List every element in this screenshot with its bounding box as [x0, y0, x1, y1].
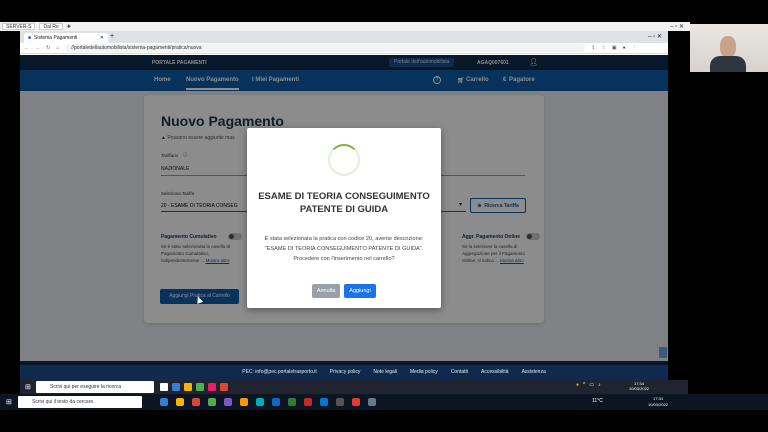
remote-window-controls[interactable]: – ▫ ✕ [670, 23, 690, 30]
tray-app-icon[interactable]: ● [576, 382, 579, 388]
dialog-title: ESAME DI TEORIA CONSEGUIMENTO PATENTE DI… [258, 191, 430, 215]
remote-system-tray: ● ^ ▭ ♪ [576, 382, 601, 388]
powerpoint-icon[interactable] [304, 398, 312, 406]
local-clock[interactable]: 17:34 10/03/2022 [648, 396, 668, 408]
url-input[interactable]: //portaledellautomobilista/sistema-pagam… [65, 44, 586, 52]
local-date: 10/03/2022 [648, 402, 669, 407]
dialog-message: È stata selezionata la pratica con codic… [261, 234, 427, 264]
browser-tab-strip: ■ Sistema Pagamenti ✕ + – ▫ ✕ [20, 31, 668, 43]
home-icon[interactable]: ⌂ [56, 45, 59, 51]
footer-link[interactable]: Contatti [451, 369, 468, 375]
scroll-to-top-button[interactable] [659, 347, 667, 358]
confirm-dialog: ESAME DI TEORIA CONSEGUIMENTO PATENTE DI… [247, 128, 441, 308]
chrome-icon[interactable] [220, 383, 228, 391]
word-icon[interactable] [272, 398, 280, 406]
menu-dots-icon[interactable]: ⋮ [632, 45, 637, 51]
file-explorer-icon[interactable] [184, 383, 192, 391]
bookmark-star-icon[interactable]: ☆ [601, 45, 605, 51]
app-icon[interactable] [256, 398, 264, 406]
close-tab-icon[interactable]: ✕ [100, 35, 104, 41]
app-icon[interactable] [208, 383, 216, 391]
local-search-box[interactable]: Scrivi qui il testo da cercare. [18, 396, 142, 408]
add-button[interactable]: Aggiungi [344, 284, 376, 298]
remote-session-bar: SERVER-S Dal Re ✚ – ▫ ✕ [0, 22, 690, 31]
remote-taskbar: ⊞ Scrivi qui per eseguire la ricerca ● ^… [20, 380, 688, 394]
remote-tab-user[interactable]: Dal Re [39, 23, 63, 30]
app-icon[interactable] [240, 398, 248, 406]
teams-icon[interactable] [224, 398, 232, 406]
remote-tab-server[interactable]: SERVER-S [2, 23, 36, 30]
windows-start-icon[interactable]: ⊞ [25, 383, 31, 391]
app-icon[interactable] [208, 398, 216, 406]
loading-spinner-icon [328, 144, 360, 176]
footer-link[interactable]: PEC: info@pec.portaletrasporto.it [242, 369, 317, 375]
forward-icon[interactable]: → [35, 45, 40, 51]
edge-icon[interactable] [160, 398, 168, 406]
remote-add-tab-button[interactable]: ✚ [67, 24, 71, 30]
page-favicon-icon: ■ [28, 35, 32, 41]
browser-window-controls[interactable]: – ▫ ✕ [648, 33, 662, 40]
app-icon[interactable] [336, 398, 344, 406]
webcam-feed [690, 24, 768, 72]
footer-link[interactable]: Accessibilità [481, 369, 509, 375]
person-body [710, 56, 746, 72]
footer-link[interactable]: Note legali [373, 369, 397, 375]
app-icon[interactable] [368, 398, 376, 406]
footer-link[interactable]: Assistenza [522, 369, 546, 375]
excel-icon[interactable] [288, 398, 296, 406]
profile-icon[interactable]: ● [623, 45, 626, 51]
volume-icon[interactable]: ♪ [598, 382, 601, 388]
local-taskbar: ⊞ Scrivi qui il testo da cercare. 11°C 1… [0, 394, 768, 410]
share-icon[interactable]: ⇪ [591, 45, 595, 51]
new-tab-button[interactable]: + [110, 33, 114, 40]
remote-clock[interactable]: 17:34 10/03/2022 [629, 381, 649, 391]
local-taskbar-apps [160, 398, 376, 406]
back-icon[interactable]: ← [24, 45, 29, 51]
person-head [720, 36, 736, 58]
file-explorer-icon[interactable] [176, 398, 184, 406]
address-bar: ← → ↻ ⌂ //portaledellautomobilista/siste… [20, 43, 668, 54]
cancel-button[interactable]: Annulla [312, 284, 340, 298]
acrobat-icon[interactable] [352, 398, 360, 406]
browser-tab-title: Sistema Pagamenti [34, 35, 78, 41]
remote-taskbar-apps [160, 383, 228, 391]
remote-search-box[interactable]: Scrivi qui per eseguire la ricerca [36, 381, 154, 393]
dialog-question: Procedere con l'inserimento nel carrello… [293, 256, 395, 262]
task-view-icon[interactable] [160, 383, 168, 391]
windows-start-icon[interactable]: ⊞ [6, 398, 12, 406]
edge-icon[interactable] [172, 383, 180, 391]
outlook-icon[interactable] [320, 398, 328, 406]
app-icon[interactable] [196, 383, 204, 391]
screen: SERVER-S Dal Re ✚ – ▫ ✕ ■ Sistema Pagame… [0, 0, 768, 432]
footer-link[interactable]: Media policy [410, 369, 438, 375]
network-icon[interactable]: ▭ [589, 382, 594, 388]
weather-widget[interactable]: 11°C [592, 398, 603, 404]
remote-date: 10/03/2022 [629, 386, 650, 391]
chevron-up-icon[interactable]: ^ [583, 382, 585, 388]
dialog-message-text: È stata selezionata la pratica con codic… [264, 236, 424, 252]
browser-tab[interactable]: ■ Sistema Pagamenti ✕ [24, 33, 108, 43]
chrome-icon[interactable] [192, 398, 200, 406]
reload-icon[interactable]: ↻ [46, 45, 50, 51]
extensions-icon[interactable]: ▣ [612, 45, 617, 51]
footer-link[interactable]: Privacy policy [330, 369, 361, 375]
